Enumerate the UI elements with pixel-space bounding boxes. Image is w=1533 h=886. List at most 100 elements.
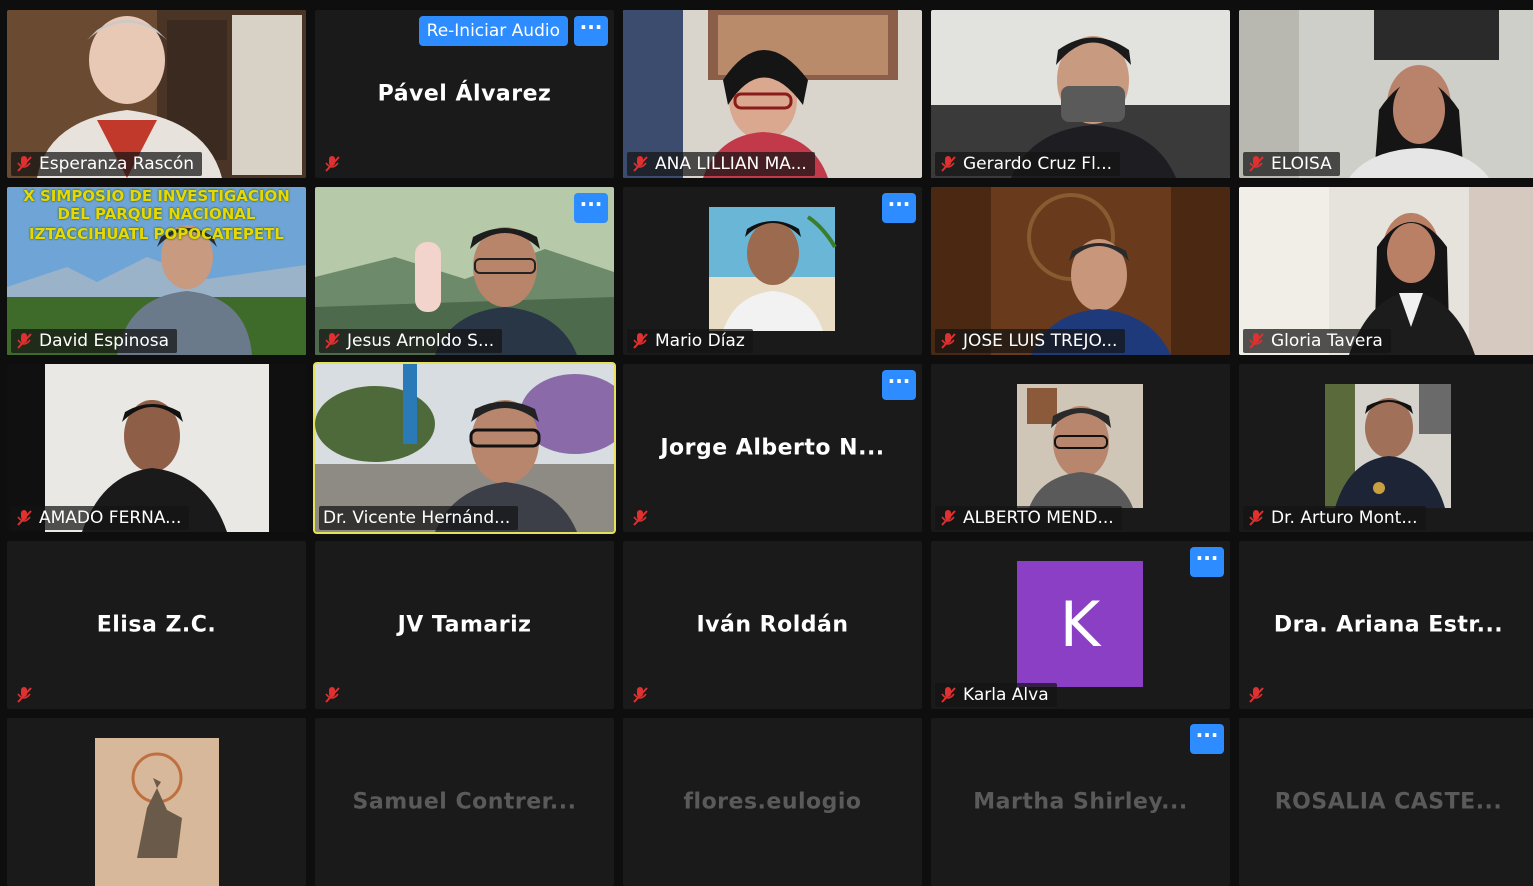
muted-mic-icon [939,155,957,173]
participant-display-name: Martha Shirley... [973,789,1188,815]
more-options-button[interactable]: ··· [574,193,608,223]
participant-name: AMADO FERNA... [39,508,182,528]
muted-mic-icon [631,686,649,704]
participant-name-label: Mario Díaz [627,329,753,353]
participant-tile[interactable]: ··· Mario Díaz [623,187,922,355]
muted-mic-icon [631,155,649,173]
participant-display-name: Elisa Z.C. [96,612,217,638]
participant-name-label: Esperanza Rascón [11,152,203,176]
participant-name: David Espinosa [39,331,170,351]
active-speaker-tile[interactable]: Dr. Vicente Hernánd... [313,362,616,534]
muted-mic-icon [631,509,649,527]
wolf-avatar-image [95,738,219,886]
participant-name: Dr. Vicente Hernánd... [323,508,511,528]
participant-display-name: Pável Álvarez [377,81,552,107]
participant-tile[interactable]: Gerardo Cruz Fl... [931,10,1230,178]
muted-mic-icon [323,332,341,350]
participant-tile[interactable]: ··· Martha Shirley... [931,718,1230,886]
participant-tile[interactable]: Dr. Arturo Mont... [1239,364,1533,532]
participant-name: Jesus Arnoldo S... [347,331,495,351]
participant-tile[interactable]: JV Tamariz [315,541,614,709]
participant-display-name: Iván Roldán [696,612,849,638]
participant-status [1243,683,1279,707]
participant-tile[interactable]: AMADO FERNA... [7,364,306,532]
participant-name: Mario Díaz [655,331,745,351]
banner-line: IZTACCIHUATL POPOCATEPETL [29,225,284,243]
muted-mic-icon [1247,686,1265,704]
muted-mic-icon [323,155,341,173]
muted-mic-icon [1247,332,1265,350]
participant-display-name: Jorge Alberto N... [660,435,885,461]
participant-status [627,506,663,530]
participant-status [627,683,663,707]
participant-name-label: JOSE LUIS TREJO... [935,329,1126,353]
participant-tile[interactable]: ··· Jesus Arnoldo S... [315,187,614,355]
muted-mic-icon [939,509,957,527]
participant-tile[interactable]: flores.eulogio [623,718,922,886]
participant-tile[interactable]: ··· Jorge Alberto N... [623,364,922,532]
participant-tile[interactable] [7,718,306,886]
participant-name-label: ELOISA [1243,152,1340,176]
participant-tile[interactable]: Elisa Z.C. [7,541,306,709]
avatar: K [1017,561,1143,687]
muted-mic-icon [1247,509,1265,527]
restart-audio-button[interactable]: Re-Iniciar Audio [418,16,568,46]
more-options-button[interactable]: ··· [1190,547,1224,577]
participant-name-label: ANA LILLIAN MA... [627,152,815,176]
participant-status [319,683,355,707]
participant-display-name: flores.eulogio [683,789,862,815]
participant-name-label: Gloria Tavera [1243,329,1391,353]
participant-tile[interactable]: JOSE LUIS TREJO... [931,187,1230,355]
participant-display-name: Dra. Ariana Estr... [1273,612,1504,638]
participant-name-label: Dr. Arturo Mont... [1243,506,1426,530]
participant-tile[interactable]: Gloria Tavera [1239,187,1533,355]
gallery-grid: Esperanza Rascón Re-Iniciar Audio ··· Pá… [7,10,1533,886]
muted-mic-icon [939,332,957,350]
muted-mic-icon [631,332,649,350]
participant-tile[interactable]: Esperanza Rascón [7,10,306,178]
participant-display-name: Samuel Contrer... [352,789,577,815]
more-options-button[interactable]: ··· [574,16,608,46]
participant-name-label: AMADO FERNA... [11,506,190,530]
participant-tile[interactable]: Samuel Contrer... [315,718,614,886]
participant-name: Gerardo Cruz Fl... [963,154,1112,174]
participant-tile[interactable]: Iván Roldán [623,541,922,709]
muted-mic-icon [15,332,33,350]
participant-tile[interactable]: ··· K Karla Alva [931,541,1230,709]
participant-tile[interactable]: ELOISA [1239,10,1533,178]
participant-name-label: ALBERTO MEND... [935,506,1122,530]
participant-tile[interactable]: ANA LILLIAN MA... [623,10,922,178]
muted-mic-icon [323,686,341,704]
participant-name: Gloria Tavera [1271,331,1383,351]
more-options-button[interactable]: ··· [1190,724,1224,754]
participant-status [319,152,355,176]
participant-tile[interactable]: Re-Iniciar Audio ··· Pável Álvarez [315,10,614,178]
participant-display-name: ROSALIA CASTE... [1274,789,1503,815]
participant-name: Dr. Arturo Mont... [1271,508,1418,528]
participant-display-name: JV Tamariz [397,612,532,638]
participant-status [11,683,47,707]
participant-name-label: Dr. Vicente Hernánd... [319,506,519,530]
participant-tile[interactable]: Dra. Ariana Estr... [1239,541,1533,709]
participant-name: JOSE LUIS TREJO... [963,331,1118,351]
participant-name: ELOISA [1271,154,1332,174]
more-options-button[interactable]: ··· [882,193,916,223]
participant-tile[interactable]: X SIMPOSIO DE INVESTIGACION DEL PARQUE N… [7,187,306,355]
muted-mic-icon [15,686,33,704]
participant-tile[interactable]: ALBERTO MEND... [931,364,1230,532]
participant-name: ALBERTO MEND... [963,508,1114,528]
participant-name-label: Karla Alva [935,683,1057,707]
participant-name: Karla Alva [963,685,1049,705]
participant-name: ANA LILLIAN MA... [655,154,807,174]
muted-mic-icon [15,155,33,173]
banner-line: X SIMPOSIO DE INVESTIGACION [23,187,290,205]
participant-name: Esperanza Rascón [39,154,195,174]
participant-name-label: Gerardo Cruz Fl... [935,152,1120,176]
banner-line: DEL PARQUE NACIONAL [57,205,256,223]
participant-name-label: David Espinosa [11,329,178,353]
more-options-button[interactable]: ··· [882,370,916,400]
muted-mic-icon [15,509,33,527]
participant-name-label: Jesus Arnoldo S... [319,329,503,353]
muted-mic-icon [939,686,957,704]
participant-tile[interactable]: ROSALIA CASTE... [1239,718,1533,886]
